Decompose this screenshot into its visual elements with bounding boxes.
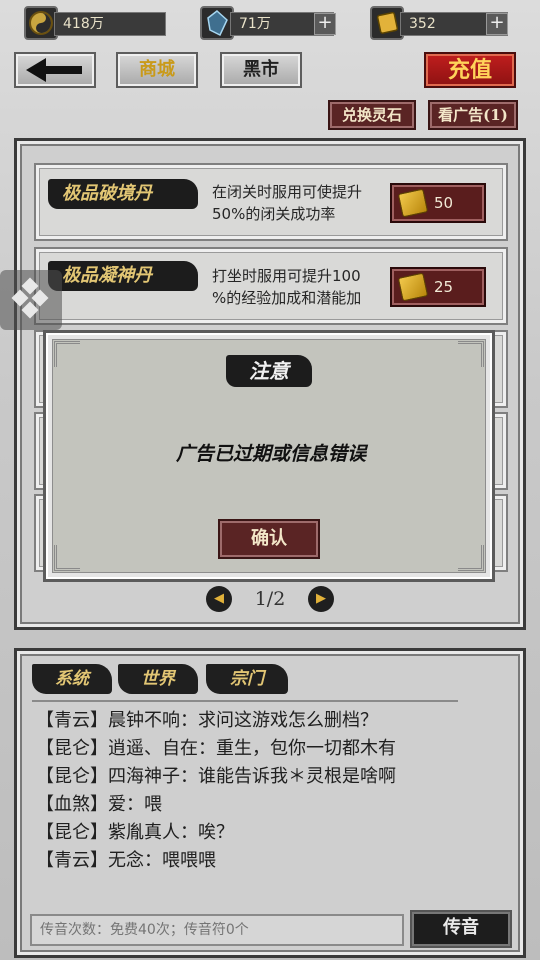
recharge-label: 充值: [447, 57, 492, 83]
shop-item-card: 极品凝神丹 打坐时服用可提升100 %的经验加成和潜能加 25: [34, 247, 508, 325]
arrow-right-icon: ▶: [316, 591, 326, 606]
chat-message: 【青云】晨钟不响：求问这游戏怎么删档？: [36, 710, 378, 731]
gold-ingot-icon: [397, 272, 429, 302]
item-desc-line: 打坐时服用可提升100: [212, 267, 361, 285]
item-description: 在闭关时服用可使提升 50%的闭关成功率: [212, 181, 392, 225]
dialog-message: 广告已过期或信息错误: [175, 443, 366, 465]
watch-ad-button[interactable]: 看广告(1): [428, 100, 518, 130]
item-desc-line: 50%的闭关成功率: [212, 205, 336, 223]
notice-dialog: 注意 广告已过期或信息错误 确认: [46, 333, 492, 579]
dialog-corner-ornament: [458, 341, 484, 367]
price-value: 25: [434, 278, 454, 296]
floating-menu-handle[interactable]: [0, 270, 62, 330]
confirm-button[interactable]: 确认: [218, 519, 320, 559]
item-name: 极品破境丹: [62, 183, 152, 204]
coin-icon: [24, 6, 58, 40]
blackmarket-label: 黑市: [243, 59, 279, 80]
buy-price-button[interactable]: 25: [390, 267, 486, 307]
dialog-title-banner: 注意: [226, 355, 312, 387]
exchange-label: 兑换灵石: [341, 106, 402, 124]
shop-label: 商城: [139, 59, 175, 80]
item-desc-line: 在闭关时服用可使提升: [212, 183, 363, 201]
dialog-corner-ornament: [54, 545, 80, 571]
chat-tab-sect[interactable]: 宗门: [206, 664, 288, 694]
dialog-corner-ornament: [54, 341, 80, 367]
confirm-label: 确认: [251, 528, 287, 549]
item-desc-line: %的经验加成和潜能加: [212, 289, 362, 307]
gold-ingot-icon: [370, 6, 404, 40]
price-value: 50: [434, 194, 454, 212]
dialog-corner-ornament: [458, 545, 484, 571]
back-button[interactable]: [14, 52, 96, 88]
page-indicator: 1/2: [254, 588, 286, 610]
coin-resource: 418万: [24, 6, 166, 40]
diamond-grid-icon: [11, 277, 49, 319]
chat-message: 【血煞】爱：喂: [36, 794, 162, 815]
chat-message: 【青云】无念：喂喂喂: [36, 850, 216, 871]
prev-page-button[interactable]: ◀: [206, 586, 232, 612]
send-message-button[interactable]: 传音: [410, 910, 512, 948]
crystal-resource: 71万 +: [200, 6, 336, 40]
watch-ad-label: 看广告(1): [438, 106, 508, 124]
shop-button[interactable]: 商城: [116, 52, 198, 88]
dialog-title: 注意: [249, 359, 289, 383]
item-name-banner: 极品破境丹: [48, 179, 198, 209]
buy-price-button[interactable]: 50: [390, 183, 486, 223]
chat-message: 【昆仑】逍遥、自在：重生，包你一切都木有: [36, 738, 396, 759]
chat-tab-world[interactable]: 世界: [118, 664, 198, 694]
gold-ingot-icon: [397, 188, 429, 218]
blackmarket-button[interactable]: 黑市: [220, 52, 302, 88]
item-name: 极品凝神丹: [62, 265, 152, 286]
shop-item-card: 极品破境丹 在闭关时服用可使提升 50%的闭关成功率 50: [34, 163, 508, 241]
item-name-banner: 极品凝神丹: [48, 261, 198, 291]
coin-value: 418万: [54, 12, 166, 36]
item-description: 打坐时服用可提升100 %的经验加成和潜能加: [212, 265, 392, 309]
back-arrow-icon: [26, 58, 82, 82]
crystal-add-button[interactable]: +: [314, 13, 336, 35]
gold-resource: 352 +: [370, 6, 510, 40]
arrow-left-icon: ◀: [214, 591, 224, 606]
chat-input[interactable]: [30, 914, 404, 946]
chat-message: 【昆仑】紫胤真人：唉？: [36, 822, 234, 843]
send-label: 传音: [443, 917, 479, 938]
chat-message: 【昆仑】四海神子：谁能告诉我＊灵根是啥啊: [36, 766, 396, 787]
chat-divider: [32, 700, 458, 702]
next-page-button[interactable]: ▶: [308, 586, 334, 612]
recharge-button[interactable]: 充值: [424, 52, 516, 88]
gold-add-button[interactable]: +: [486, 13, 508, 35]
crystal-icon: [200, 6, 234, 40]
chat-tab-system[interactable]: 系统: [32, 664, 112, 694]
exchange-spirit-stone-button[interactable]: 兑换灵石: [328, 100, 416, 130]
